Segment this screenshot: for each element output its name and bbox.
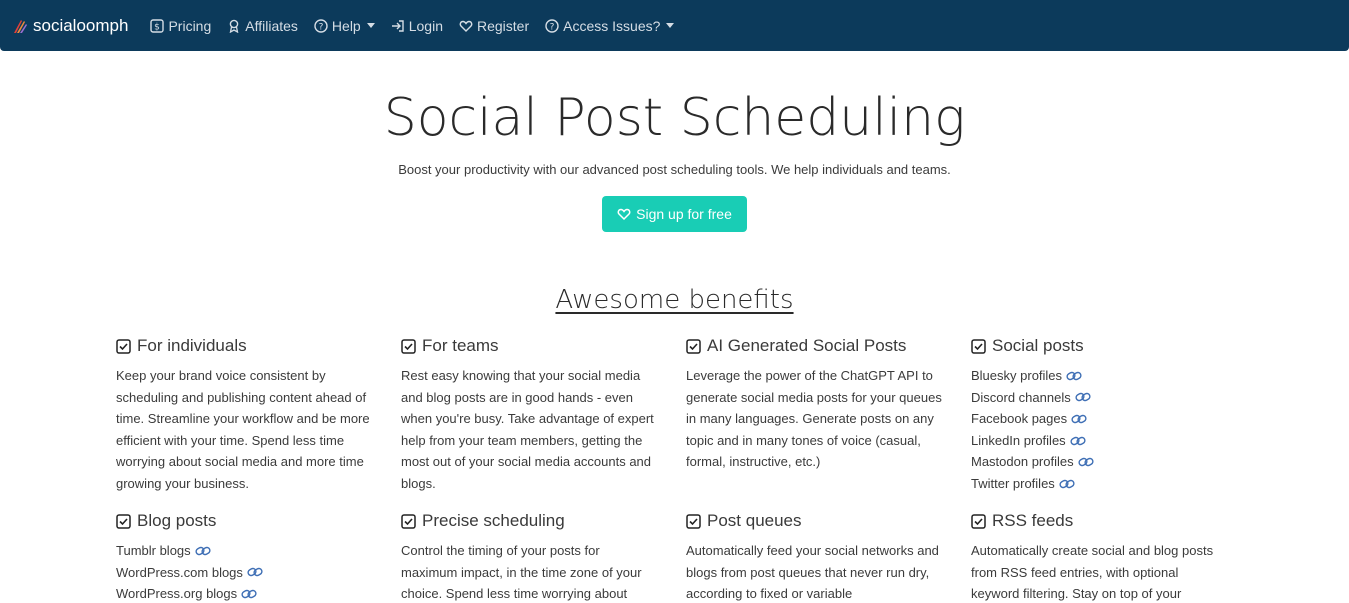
sign-up-label: Sign up for free <box>636 206 732 222</box>
nav-login-label: Login <box>408 17 443 34</box>
benefit-text: Control the timing of your posts for max… <box>401 543 642 602</box>
svg-text:$: $ <box>155 22 161 32</box>
link-icon <box>1075 393 1091 402</box>
nav-pricing[interactable]: $ Pricing <box>150 18 211 34</box>
benefit-text: Leverage the power of the ChatGPT API to… <box>686 368 942 470</box>
page-subtitle: Boost your productivity with our advance… <box>398 162 951 177</box>
checkbox-checked-icon <box>971 338 986 354</box>
benefit-rss-feeds: RSS feeds Automatically create social an… <box>971 510 1229 603</box>
heart-icon <box>459 20 473 32</box>
list-item[interactable]: LinkedIn profiles <box>971 430 1229 452</box>
nav-access-issues-dropdown[interactable]: ? Access Issues? <box>545 17 675 34</box>
nav-affiliates[interactable]: Affiliates <box>227 18 298 34</box>
benefit-teams: For teams Rest easy knowing that your so… <box>401 335 659 495</box>
nav-register-label: Register <box>476 17 530 34</box>
link-icon <box>241 589 257 599</box>
blog-platform-list: Tumblr blogs WordPress.com blogs WordPre… <box>116 540 374 603</box>
benefit-post-queues: Post queues Automatically feed your soci… <box>686 510 944 603</box>
list-item[interactable]: Bluesky profiles <box>971 365 1229 387</box>
list-item[interactable]: WordPress.com blogs <box>116 562 374 584</box>
benefit-ai-generated: AI Generated Social Posts Leverage the p… <box>686 335 944 473</box>
benefit-precise-scheduling: Precise scheduling Control the timing of… <box>401 510 659 603</box>
nav-login[interactable]: Login <box>391 18 443 34</box>
top-navbar: socialoomph $ Pricing Affiliates ? Help … <box>0 0 1349 51</box>
benefit-title: Post queues <box>707 511 802 530</box>
award-icon <box>229 19 239 33</box>
chevron-down-icon <box>666 23 675 28</box>
checkbox-checked-icon <box>686 338 701 354</box>
benefit-text: Automatically feed your social networks … <box>686 543 939 602</box>
list-item[interactable]: Twitter profiles <box>971 473 1229 495</box>
checkbox-checked-icon <box>971 513 986 529</box>
chevron-down-icon <box>366 23 375 28</box>
link-icon <box>1071 414 1087 424</box>
social-network-list: Bluesky profiles Discord channels Facebo… <box>971 365 1229 495</box>
nav-affiliates-label: Affiliates <box>245 17 298 34</box>
sign-up-button[interactable]: Sign up for free <box>602 196 747 232</box>
list-item[interactable]: Discord channels <box>971 387 1229 409</box>
list-item[interactable]: Facebook pages <box>971 408 1229 430</box>
benefit-title: For teams <box>422 336 499 355</box>
brand-name: socialoomph <box>33 15 129 35</box>
benefit-title: AI Generated Social Posts <box>707 336 907 355</box>
dollar-icon: $ <box>150 18 165 33</box>
svg-text:?: ? <box>550 22 555 32</box>
link-icon <box>1070 436 1086 445</box>
benefit-title: Social posts <box>992 336 1084 355</box>
checkbox-checked-icon <box>686 513 701 529</box>
link-icon <box>1066 371 1082 380</box>
benefit-text: Rest easy knowing that your social media… <box>401 368 654 491</box>
nav-register[interactable]: Register <box>459 18 529 34</box>
socialoomph-logo-icon <box>14 19 27 33</box>
checkbox-checked-icon <box>116 513 131 529</box>
nav-help-label: Help <box>331 17 361 34</box>
nav-help-dropdown[interactable]: ? Help <box>314 18 375 34</box>
link-icon <box>247 568 263 577</box>
link-icon <box>195 546 211 555</box>
list-item[interactable]: WordPress.org blogs <box>116 583 374 603</box>
question-circle-icon: ? <box>545 18 559 33</box>
link-icon <box>1078 457 1094 467</box>
nav-access-issues-label: Access Issues? <box>563 17 661 34</box>
benefits-heading: Awesome benefits <box>555 285 794 315</box>
benefit-title: Precise scheduling <box>422 511 565 530</box>
benefit-blog-posts: Blog posts Tumblr blogs WordPress.com bl… <box>116 510 374 603</box>
heart-icon <box>617 208 631 221</box>
benefit-text: Automatically create social and blog pos… <box>971 543 1214 602</box>
nav-pricing-label: Pricing <box>168 17 212 34</box>
login-arrow-icon <box>391 19 404 32</box>
benefit-social-posts: Social posts Bluesky profiles Discord ch… <box>971 335 1229 495</box>
link-icon <box>1059 479 1075 488</box>
benefit-title: For individuals <box>137 336 247 355</box>
checkbox-checked-icon <box>116 338 131 354</box>
svg-text:?: ? <box>319 22 324 32</box>
question-circle-icon: ? <box>314 18 328 33</box>
list-item[interactable]: Tumblr blogs <box>116 540 374 562</box>
page-title: Social Post Scheduling <box>383 88 966 148</box>
list-item[interactable]: Mastodon profiles <box>971 451 1229 473</box>
brand-link[interactable]: socialoomph <box>12 16 128 36</box>
checkbox-checked-icon <box>401 513 416 529</box>
benefit-individuals: For individuals Keep your brand voice co… <box>116 335 374 495</box>
benefit-title: Blog posts <box>137 511 217 530</box>
benefit-text: Keep your brand voice consistent by sche… <box>116 368 370 491</box>
benefit-title: RSS feeds <box>992 511 1074 530</box>
checkbox-checked-icon <box>401 338 416 354</box>
